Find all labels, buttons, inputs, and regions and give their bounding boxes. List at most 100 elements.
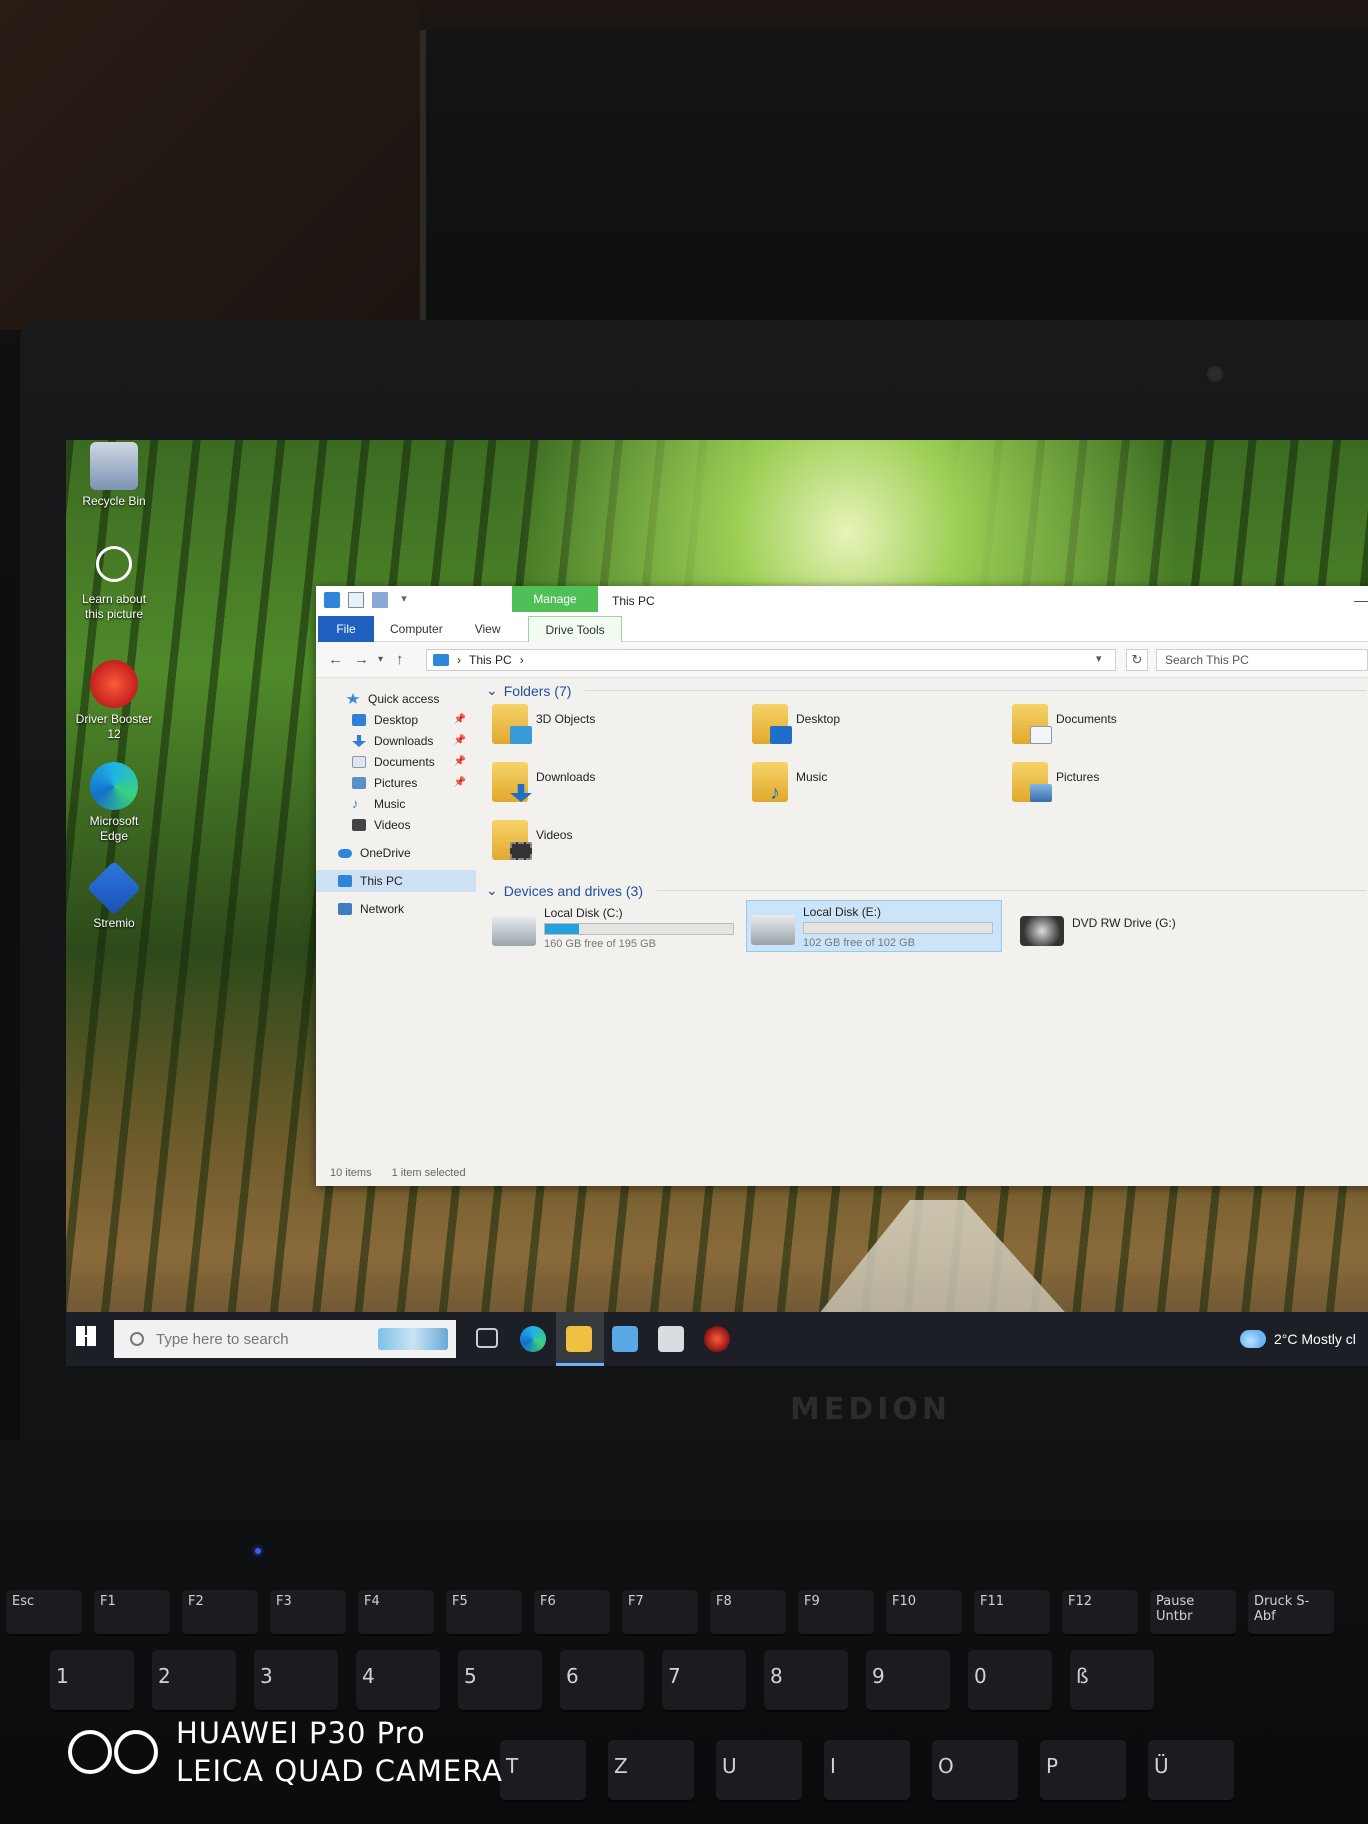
address-input[interactable]: › This PC › [426,649,1116,671]
key-f1[interactable]: F1 [94,1590,170,1634]
new-folder-icon[interactable] [372,592,388,608]
properties-icon[interactable] [348,592,364,608]
folder-downloads-icon [492,762,532,802]
nav-pictures[interactable]: Pictures 📌 [316,772,476,794]
tab-file[interactable]: File [318,615,374,642]
nav-network[interactable]: Network [316,898,476,920]
key-esc[interactable]: Esc [6,1590,82,1634]
nav-desktop[interactable]: Desktop 📌 [316,709,476,731]
key-f12[interactable]: F12 [1062,1590,1138,1634]
nav-this-pc[interactable]: This PC [316,870,476,892]
nav-quick-access[interactable]: Quick access [316,688,476,710]
desktop-icon-driver-booster[interactable]: Driver Booster 12 [74,660,154,742]
drive-c[interactable]: Local Disk (C:) 160 GB free of 195 GB [488,902,738,954]
folder-downloads[interactable]: Downloads [492,762,732,808]
up-arrow-icon[interactable]: ↑ [396,651,404,668]
tab-drive-tools[interactable]: Drive Tools [528,615,622,642]
key-f7[interactable]: F7 [622,1590,698,1634]
manage-context-tab[interactable]: Manage [512,586,598,612]
pin-icon[interactable]: 📌 [454,772,466,794]
key-f9[interactable]: F9 [798,1590,874,1634]
store-icon[interactable] [612,1326,638,1352]
key-9[interactable]: 9 [866,1650,950,1710]
nav-onedrive[interactable]: OneDrive [316,842,476,864]
key-o[interactable]: O [932,1740,1018,1800]
folder-pictures[interactable]: Pictures [1012,762,1252,808]
key-4[interactable]: 4 [356,1650,440,1710]
desktop-icon-learn-about-picture[interactable]: Learn about this picture [74,540,154,622]
windows-drive-icon [492,916,536,946]
search-input[interactable]: Search This PC [1156,649,1368,671]
key-i[interactable]: I [824,1740,910,1800]
nav-label: Quick access [368,692,440,706]
nav-music[interactable]: ♪ Music [316,793,476,815]
key-f4[interactable]: F4 [358,1590,434,1634]
taskbar-search-input[interactable]: Type here to search [114,1320,456,1358]
nav-documents[interactable]: Documents 📌 [316,751,476,773]
task-view-icon[interactable] [476,1328,498,1348]
key-5[interactable]: 5 [458,1650,542,1710]
folder-videos[interactable]: Videos [492,820,732,866]
tab-view[interactable]: View [459,616,517,642]
key-f6[interactable]: F6 [534,1590,610,1634]
weather-text: 2°C Mostly cl [1274,1331,1356,1347]
file-explorer-icon[interactable] [566,1326,592,1352]
key-f10[interactable]: F10 [886,1590,962,1634]
tab-computer[interactable]: Computer [374,616,459,642]
key-f11[interactable]: F11 [974,1590,1050,1634]
desktop-icon-label: Recycle Bin [82,494,146,508]
driver-booster-icon[interactable] [704,1326,730,1352]
minimize-icon[interactable]: — [1354,592,1368,608]
key-f5[interactable]: F5 [446,1590,522,1634]
folder-music[interactable]: ♪ Music [752,762,992,808]
folder-documents[interactable]: Documents [1012,704,1252,750]
key-8[interactable]: 8 [764,1650,848,1710]
key-ü[interactable]: Ü [1148,1740,1234,1800]
nav-label: Videos [374,818,411,832]
nav-videos[interactable]: Videos [316,814,476,836]
folder-desktop[interactable]: Desktop [752,704,992,750]
breadcrumb-this-pc[interactable]: This PC [469,653,512,667]
key-ß[interactable]: ß [1070,1650,1154,1710]
forward-arrow-icon[interactable]: → [354,651,369,668]
status-selection: 1 item selected [391,1167,466,1179]
folders-group-header[interactable]: ⌄ Folders (7) [486,682,1366,699]
key-u[interactable]: U [716,1740,802,1800]
weather-widget[interactable]: 2°C Mostly cl [1240,1330,1356,1348]
drive-e[interactable]: Local Disk (E:) 102 GB free of 102 GB [746,900,1002,952]
this-pc-icon[interactable] [324,592,340,608]
key-0[interactable]: 0 [968,1650,1052,1710]
folder-3d-objects[interactable]: 3D Objects [492,704,732,750]
nav-downloads[interactable]: Downloads 📌 [316,730,476,752]
desktop-icon-stremio[interactable]: Stremio [74,860,154,931]
key-pause-untbr[interactable]: Pause Untbr [1150,1590,1236,1634]
pin-icon[interactable]: 📌 [454,709,466,731]
key-1[interactable]: 1 [50,1650,134,1710]
key-z[interactable]: Z [608,1740,694,1800]
back-arrow-icon[interactable]: ← [328,651,343,668]
pin-icon[interactable]: 📌 [454,730,466,752]
key-f2[interactable]: F2 [182,1590,258,1634]
key-7[interactable]: 7 [662,1650,746,1710]
mail-icon[interactable] [658,1326,684,1352]
refresh-icon[interactable]: ↻ [1126,649,1148,671]
drives-group-header[interactable]: ⌄ Devices and drives (3) [486,882,1366,899]
key-6[interactable]: 6 [560,1650,644,1710]
key-druck-s-abf[interactable]: Druck S-Abf [1248,1590,1334,1634]
recent-locations-icon[interactable]: ▾ [378,654,383,665]
pin-icon[interactable]: 📌 [454,751,466,773]
key-t[interactable]: T [500,1740,586,1800]
key-2[interactable]: 2 [152,1650,236,1710]
key-p[interactable]: P [1040,1740,1126,1800]
edge-icon[interactable] [520,1326,546,1352]
drive-g[interactable]: DVD RW Drive (G:) [1016,902,1256,954]
chevron-down-icon[interactable]: ▾ [1096,652,1102,665]
desktop-icon-microsoft-edge[interactable]: Microsoft Edge [74,762,154,844]
key-f8[interactable]: F8 [710,1590,786,1634]
windows-start-icon[interactable] [76,1326,96,1346]
folder-label: 3D Objects [536,712,596,726]
key-3[interactable]: 3 [254,1650,338,1710]
desktop-icon-recycle-bin[interactable]: Recycle Bin [74,442,154,509]
customize-toolbar-icon[interactable]: ▾ [396,592,412,608]
key-f3[interactable]: F3 [270,1590,346,1634]
